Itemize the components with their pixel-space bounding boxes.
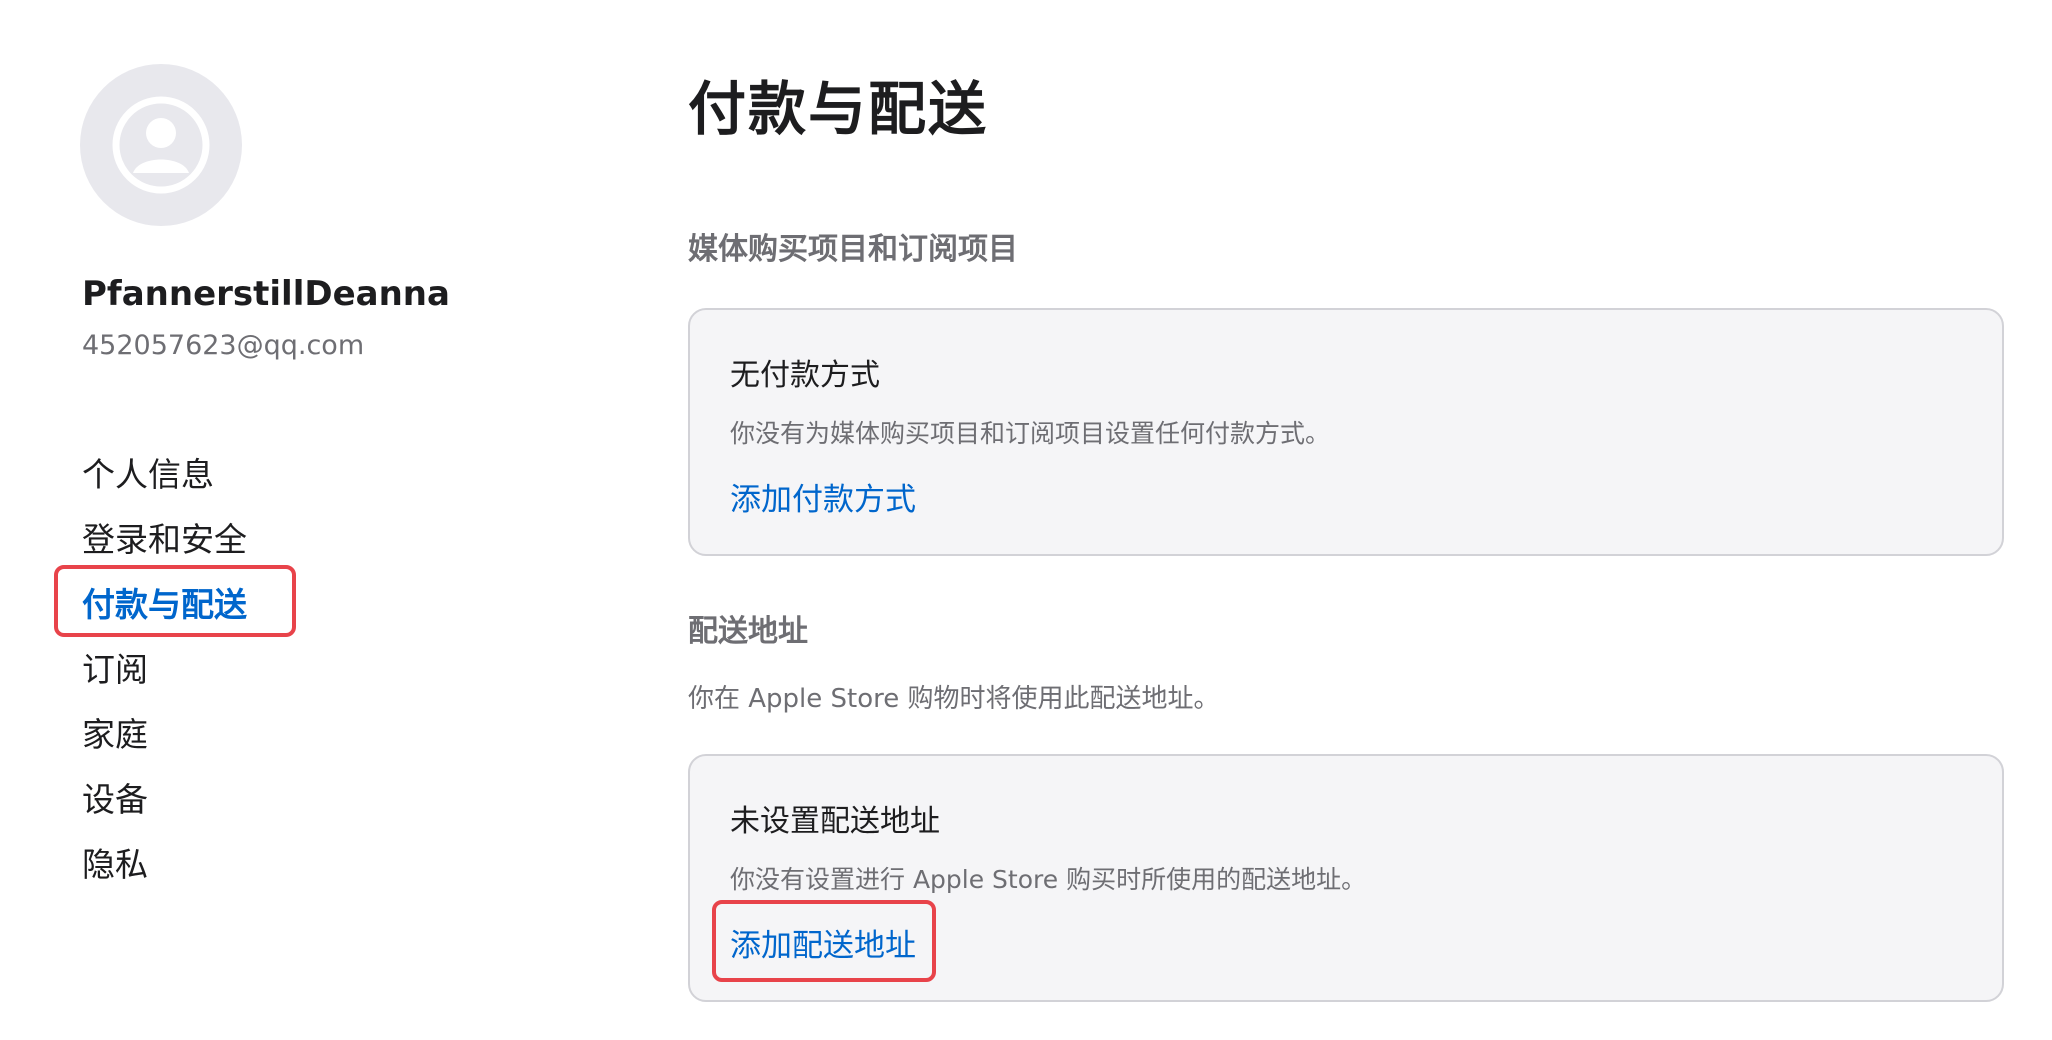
user-email: 452057623@qq.com: [82, 330, 365, 361]
payment-card-title: 无付款方式: [730, 358, 880, 393]
shipping-address-card: 未设置配送地址 你没有设置进行 Apple Store 购买时所使用的配送地址。…: [688, 754, 2004, 1002]
add-shipping-address-link[interactable]: 添加配送地址: [730, 920, 916, 965]
sidebar: PfannerstillDeanna 452057623@qq.com 个人信息…: [0, 0, 600, 1040]
sidebar-item-family[interactable]: 家庭: [82, 710, 247, 775]
payment-method-card: 无付款方式 你没有为媒体购买项目和订阅项目设置任何付款方式。 添加付款方式: [688, 308, 2004, 556]
sidebar-item-subscriptions[interactable]: 订阅: [82, 645, 247, 710]
sidebar-item-personal-info[interactable]: 个人信息: [82, 450, 247, 515]
add-payment-method-link[interactable]: 添加付款方式: [730, 474, 916, 519]
sidebar-item-devices[interactable]: 设备: [82, 775, 247, 840]
avatar[interactable]: [80, 64, 242, 226]
shipping-section-description: 你在 Apple Store 购物时将使用此配送地址。: [688, 684, 1220, 714]
payment-card-description: 你没有为媒体购买项目和订阅项目设置任何付款方式。: [730, 419, 1331, 448]
main-content: 付款与配送 媒体购买项目和订阅项目 无付款方式 你没有为媒体购买项目和订阅项目设…: [688, 0, 2018, 1040]
shipping-card-description: 你没有设置进行 Apple Store 购买时所使用的配送地址。: [730, 865, 1367, 894]
page-title: 付款与配送: [688, 75, 989, 143]
sidebar-item-payment-shipping[interactable]: 付款与配送: [82, 580, 247, 645]
sidebar-item-privacy[interactable]: 隐私: [82, 840, 247, 905]
username: PfannerstillDeanna: [82, 274, 450, 314]
person-circle-icon: [112, 96, 210, 194]
payment-section-title: 媒体购买项目和订阅项目: [688, 232, 1018, 267]
shipping-card-title: 未设置配送地址: [730, 804, 940, 839]
sidebar-item-sign-in-security[interactable]: 登录和安全: [82, 515, 247, 580]
sidebar-nav: 个人信息 登录和安全 付款与配送 订阅 家庭 设备 隐私: [82, 450, 247, 905]
shipping-section-title: 配送地址: [688, 614, 808, 649]
